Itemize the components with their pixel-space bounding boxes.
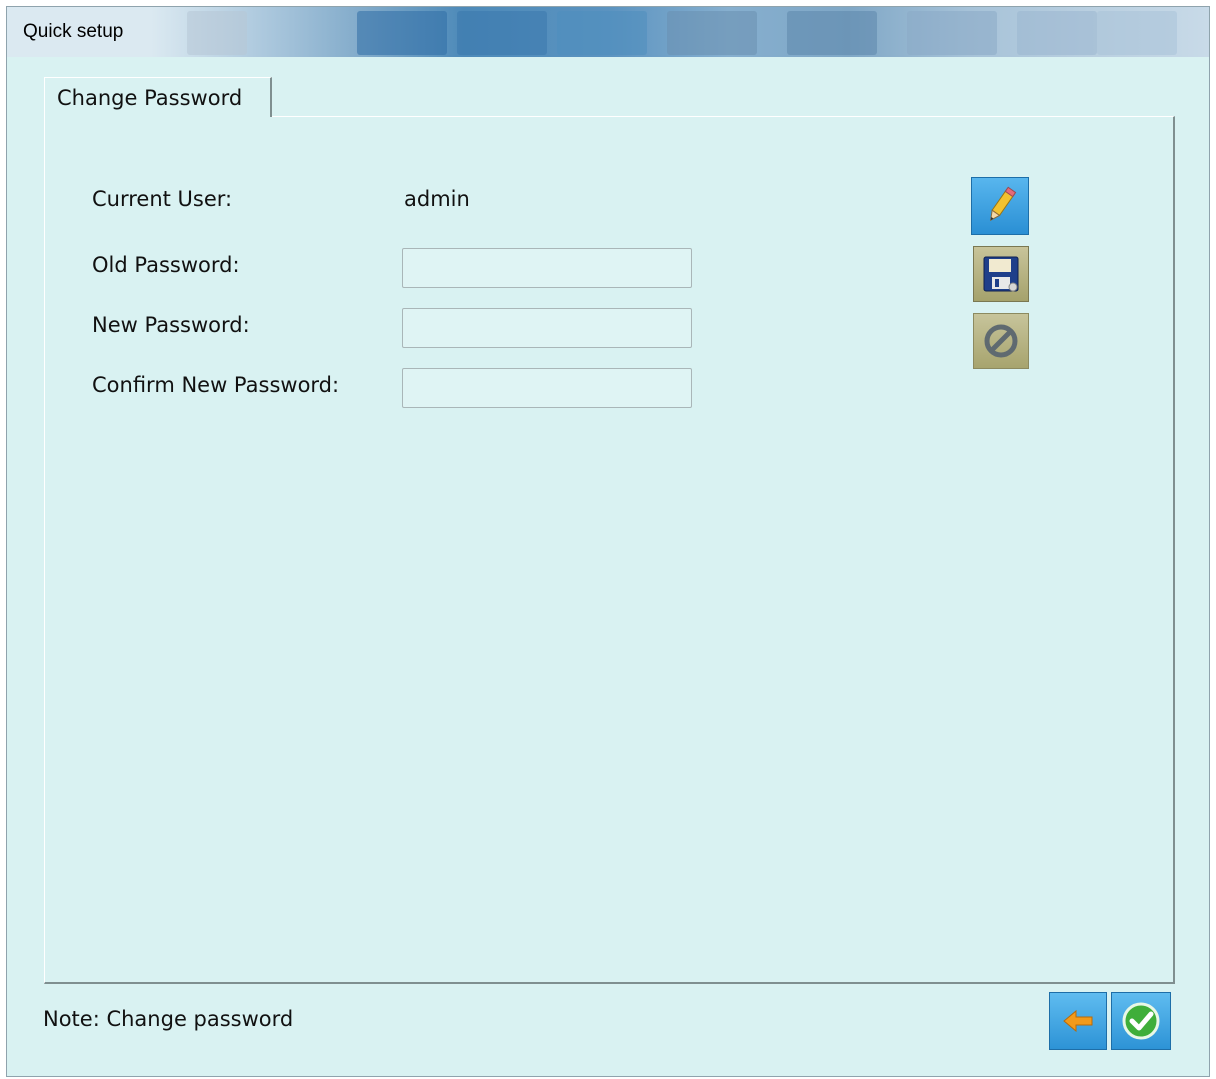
footer-note: Note: Change password bbox=[43, 1007, 294, 1031]
tab-change-password[interactable]: Change Password bbox=[44, 77, 272, 117]
pencil-icon bbox=[990, 186, 1017, 222]
current-user-value: admin bbox=[404, 187, 470, 211]
old-password-label: Old Password: bbox=[92, 253, 240, 277]
floppy-disk-icon bbox=[983, 256, 1019, 292]
arrow-left-icon bbox=[1063, 1009, 1093, 1033]
confirm-password-label: Confirm New Password: bbox=[92, 373, 340, 397]
window-title: Quick setup bbox=[23, 21, 124, 42]
new-password-label: New Password: bbox=[92, 313, 250, 337]
new-password-field[interactable] bbox=[402, 308, 692, 348]
confirm-password-field[interactable] bbox=[402, 368, 692, 408]
current-user-label: Current User: bbox=[92, 187, 233, 211]
prohibit-icon bbox=[984, 324, 1018, 358]
cancel-button[interactable] bbox=[973, 313, 1029, 369]
old-password-field[interactable] bbox=[402, 248, 692, 288]
title-bar: Quick setup bbox=[7, 7, 1209, 57]
edit-button[interactable] bbox=[971, 177, 1029, 235]
back-button[interactable] bbox=[1049, 992, 1107, 1050]
save-button[interactable] bbox=[973, 246, 1029, 302]
ok-button[interactable] bbox=[1111, 992, 1171, 1050]
checkmark-icon bbox=[1122, 1002, 1160, 1040]
quick-setup-window: Quick setup Change Password Current User… bbox=[6, 6, 1210, 1077]
